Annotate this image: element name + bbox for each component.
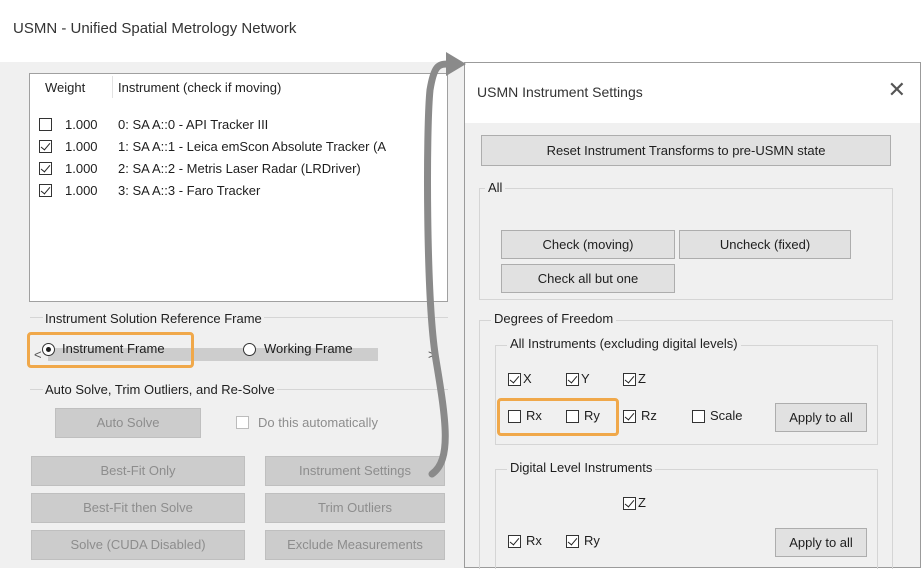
dof-group-label: Degrees of Freedom (491, 311, 617, 326)
working-frame-radio[interactable] (243, 343, 256, 356)
rz-checkbox[interactable] (623, 410, 636, 423)
instrument-checkbox[interactable] (39, 184, 52, 197)
x-checkbox[interactable] (508, 373, 521, 386)
reference-frame-label: Instrument Solution Reference Frame (43, 311, 264, 326)
close-icon[interactable]: ✕ (888, 77, 906, 103)
uncheck-fixed-button[interactable]: Uncheck (fixed) (679, 230, 851, 259)
main-title-bar: USMN - Unified Spatial Metrology Network (0, 0, 470, 62)
trim-outliers-button[interactable]: Trim Outliers (265, 493, 445, 523)
level-apply-to-all-button[interactable]: Apply to all (775, 528, 867, 557)
reset-transforms-button[interactable]: Reset Instrument Transforms to pre-USMN … (481, 135, 891, 166)
solve-cuda-button[interactable]: Solve (CUDA Disabled) (31, 530, 245, 560)
dialog-title: USMN Instrument Settings (477, 84, 643, 100)
level-z-label[interactable]: Z (638, 495, 646, 510)
rz-label[interactable]: Rz (641, 408, 657, 423)
instrument-checkbox[interactable] (39, 140, 52, 153)
level-ry-checkbox[interactable] (566, 535, 579, 548)
instrument-weight: 1.000 (65, 161, 98, 176)
level-rx-label[interactable]: Rx (526, 533, 542, 548)
instrument-name: 3: SA A::3 - Faro Tracker (118, 183, 261, 198)
instrument-checkbox[interactable] (39, 118, 52, 131)
instrument-weight: 1.000 (65, 183, 98, 198)
column-separator[interactable] (112, 76, 113, 98)
digital-level-label: Digital Level Instruments (507, 460, 656, 475)
ry-label[interactable]: Ry (584, 408, 600, 423)
instrument-frame-label[interactable]: Instrument Frame (62, 341, 165, 356)
instrument-checkbox[interactable] (39, 162, 52, 175)
all-instruments-label: All Instruments (excluding digital level… (507, 336, 741, 351)
instrument-frame-radio[interactable] (42, 343, 55, 356)
dialog-title-bar: USMN Instrument Settings ✕ (465, 63, 920, 123)
scale-label[interactable]: Scale (710, 408, 743, 423)
instrument-name: 2: SA A::2 - Metris Laser Radar (LRDrive… (118, 161, 361, 176)
level-rx-checkbox[interactable] (508, 535, 521, 548)
all-group-label: All (485, 180, 506, 195)
level-z-checkbox[interactable] (623, 497, 636, 510)
list-item[interactable]: 1.000 0: SA A::0 - API Tracker III (30, 114, 447, 136)
apply-to-all-button[interactable]: Apply to all (775, 403, 867, 432)
instrument-list[interactable]: Weight Instrument (check if moving) 1.00… (29, 73, 448, 363)
list-item[interactable]: 1.000 1: SA A::1 - Leica emScon Absolute… (30, 136, 447, 158)
working-frame-label[interactable]: Working Frame (264, 341, 353, 356)
weight-column-header[interactable]: Weight (45, 80, 85, 95)
x-label[interactable]: X (523, 371, 532, 386)
ry-checkbox[interactable] (566, 410, 579, 423)
scroll-right-icon[interactable]: > (428, 347, 436, 362)
rx-checkbox[interactable] (508, 410, 521, 423)
main-window: USMN - Unified Spatial Metrology Network… (0, 0, 470, 568)
rx-label[interactable]: Rx (526, 408, 542, 423)
instrument-name: 1: SA A::1 - Leica emScon Absolute Track… (118, 139, 387, 154)
list-item[interactable]: 1.000 3: SA A::3 - Faro Tracker (30, 180, 447, 202)
instrument-weight: 1.000 (65, 117, 98, 132)
instrument-weight: 1.000 (65, 139, 98, 154)
main-window-title: USMN - Unified Spatial Metrology Network (13, 20, 297, 37)
instrument-column-header[interactable]: Instrument (check if moving) (118, 80, 281, 95)
check-all-but-one-button[interactable]: Check all but one (501, 264, 675, 293)
list-header: Weight Instrument (check if moving) (30, 74, 447, 100)
y-checkbox[interactable] (566, 373, 579, 386)
y-label[interactable]: Y (581, 371, 590, 386)
best-fit-only-button[interactable]: Best-Fit Only (31, 456, 245, 486)
auto-solve-label: Auto Solve, Trim Outliers, and Re-Solve (43, 382, 277, 397)
instrument-settings-button[interactable]: Instrument Settings (265, 456, 445, 486)
instrument-name: 0: SA A::0 - API Tracker III (118, 117, 269, 132)
best-fit-then-solve-button[interactable]: Best-Fit then Solve (31, 493, 245, 523)
check-moving-button[interactable]: Check (moving) (501, 230, 675, 259)
exclude-measurements-button[interactable]: Exclude Measurements (265, 530, 445, 560)
z-label[interactable]: Z (638, 371, 646, 386)
level-ry-label[interactable]: Ry (584, 533, 600, 548)
instrument-settings-dialog: USMN Instrument Settings ✕ Reset Instrum… (464, 62, 921, 569)
list-item[interactable]: 1.000 2: SA A::2 - Metris Laser Radar (L… (30, 158, 447, 180)
auto-solve-button[interactable]: Auto Solve (55, 408, 201, 438)
do-automatically-label[interactable]: Do this automatically (258, 415, 378, 430)
do-automatically-checkbox[interactable] (236, 416, 249, 429)
scale-checkbox[interactable] (692, 410, 705, 423)
z-checkbox[interactable] (623, 373, 636, 386)
